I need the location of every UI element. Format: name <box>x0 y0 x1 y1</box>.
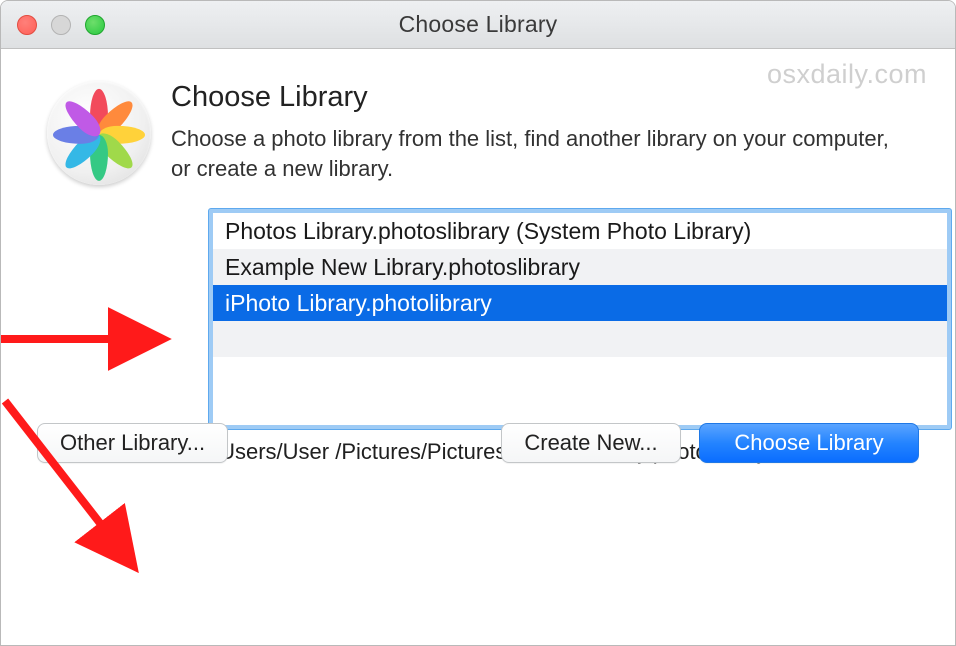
library-list-row[interactable]: Photos Library.photoslibrary (System Pho… <box>213 213 947 249</box>
dialog-content: osxdaily.com Choose Library Choose a pho… <box>1 49 955 493</box>
titlebar: Choose Library <box>1 1 955 49</box>
header-row: Choose Library Choose a photo library fr… <box>37 81 919 185</box>
window-controls <box>17 15 105 35</box>
library-list-row[interactable] <box>213 357 947 393</box>
create-new-button[interactable]: Create New... <box>501 423 681 463</box>
library-listbox[interactable]: Photos Library.photoslibrary (System Pho… <box>209 209 951 429</box>
photos-app-icon <box>47 81 151 185</box>
button-bar: Other Library... Create New... Choose Li… <box>37 423 919 463</box>
window-title: Choose Library <box>399 11 558 38</box>
minimize-icon <box>51 15 71 35</box>
choose-library-button[interactable]: Choose Library <box>699 423 919 463</box>
zoom-icon[interactable] <box>85 15 105 35</box>
library-list-row[interactable]: iPhoto Library.photolibrary <box>213 285 947 321</box>
page-desc: Choose a photo library from the list, fi… <box>171 124 891 183</box>
other-library-button[interactable]: Other Library... <box>37 423 228 463</box>
library-list-row[interactable]: Example New Library.photoslibrary <box>213 249 947 285</box>
dialog-window: Choose Library osxdaily.com Choose Libra… <box>0 0 956 646</box>
close-icon[interactable] <box>17 15 37 35</box>
header-text: Choose Library Choose a photo library fr… <box>171 81 919 183</box>
watermark-text: osxdaily.com <box>767 59 927 90</box>
library-list-row[interactable] <box>213 321 947 357</box>
